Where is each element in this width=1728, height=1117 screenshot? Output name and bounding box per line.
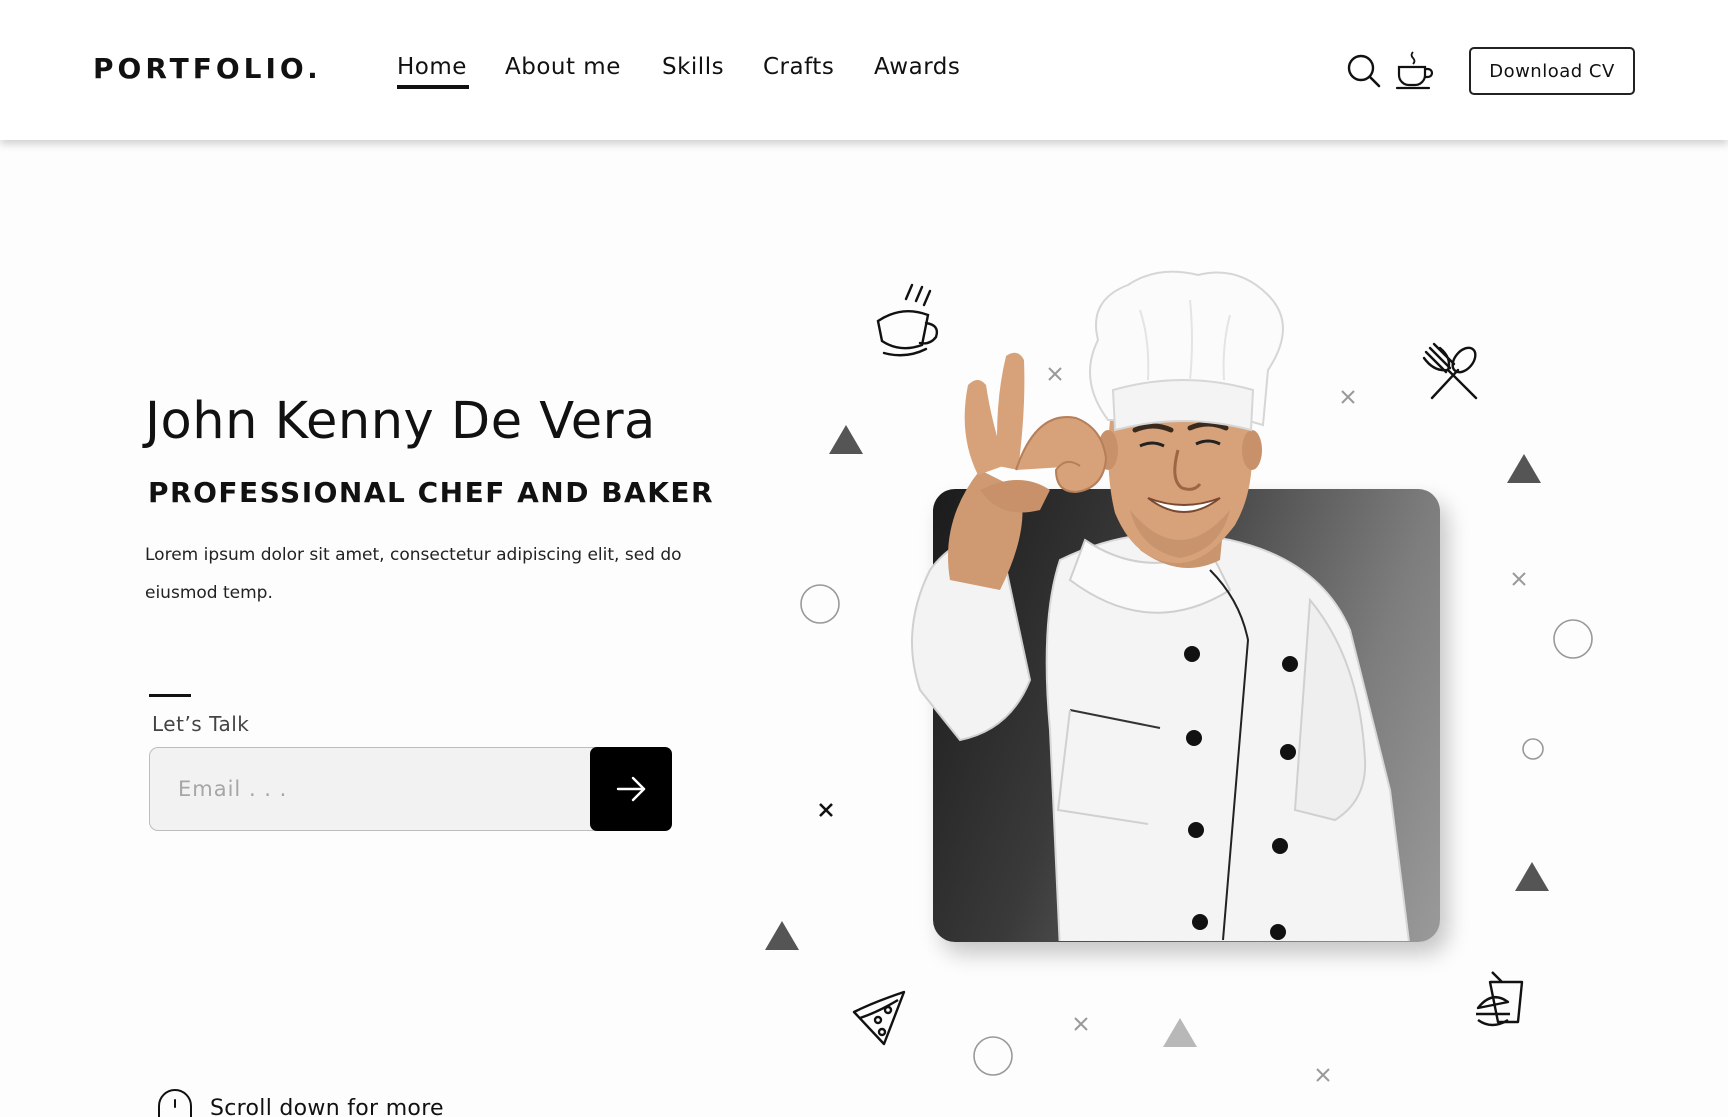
- coffee-cup-icon: [1395, 51, 1434, 90]
- email-field-wrapper: [149, 747, 597, 831]
- submit-email-button[interactable]: [590, 747, 672, 831]
- triangle-shape: [765, 921, 799, 950]
- burger-drink-icon: [1476, 971, 1524, 1027]
- nav-crafts[interactable]: Crafts: [763, 54, 834, 80]
- cross-shape-dark: [819, 803, 833, 817]
- nav-skills[interactable]: Skills: [662, 54, 724, 80]
- hero-name: John Kenny De Vera: [145, 392, 656, 451]
- nav-awards[interactable]: Awards: [874, 54, 960, 80]
- search-button[interactable]: [1344, 52, 1384, 92]
- mouse-icon: [158, 1089, 192, 1117]
- talk-label: Let’s Talk: [152, 712, 250, 736]
- circle-shape: [1553, 619, 1593, 659]
- triangle-shape: [1163, 1018, 1197, 1047]
- download-cv-button[interactable]: Download CV: [1469, 47, 1635, 95]
- cup-button[interactable]: [1393, 48, 1437, 92]
- triangle-shape: [829, 425, 863, 454]
- circle-shape: [1522, 738, 1544, 760]
- email-field[interactable]: [150, 748, 597, 830]
- scroll-hint-label[interactable]: Scroll down for more: [210, 1096, 444, 1117]
- hero-role: PROFESSIONAL CHEF AND BAKER: [148, 476, 715, 509]
- site-header: PORTFOLIO. Home About me Skills Crafts A…: [0, 0, 1728, 140]
- chef-photo: [911, 270, 1410, 941]
- arrow-right-icon: [616, 776, 646, 802]
- pizza-slice-icon: [852, 990, 906, 1046]
- nav-home[interactable]: Home: [397, 54, 469, 89]
- triangle-shape: [1507, 454, 1541, 483]
- hero-description: Lorem ipsum dolor sit amet, consectetur …: [145, 545, 682, 603]
- circle-shape: [973, 1036, 1013, 1076]
- circle-shape: [800, 584, 840, 624]
- logo[interactable]: PORTFOLIO.: [93, 52, 322, 85]
- talk-divider: [149, 694, 191, 697]
- triangle-shape: [1515, 862, 1549, 891]
- portfolio-page: PORTFOLIO. Home About me Skills Crafts A…: [0, 0, 1728, 1117]
- nav-about-me[interactable]: About me: [505, 54, 621, 80]
- search-icon: [1347, 54, 1381, 88]
